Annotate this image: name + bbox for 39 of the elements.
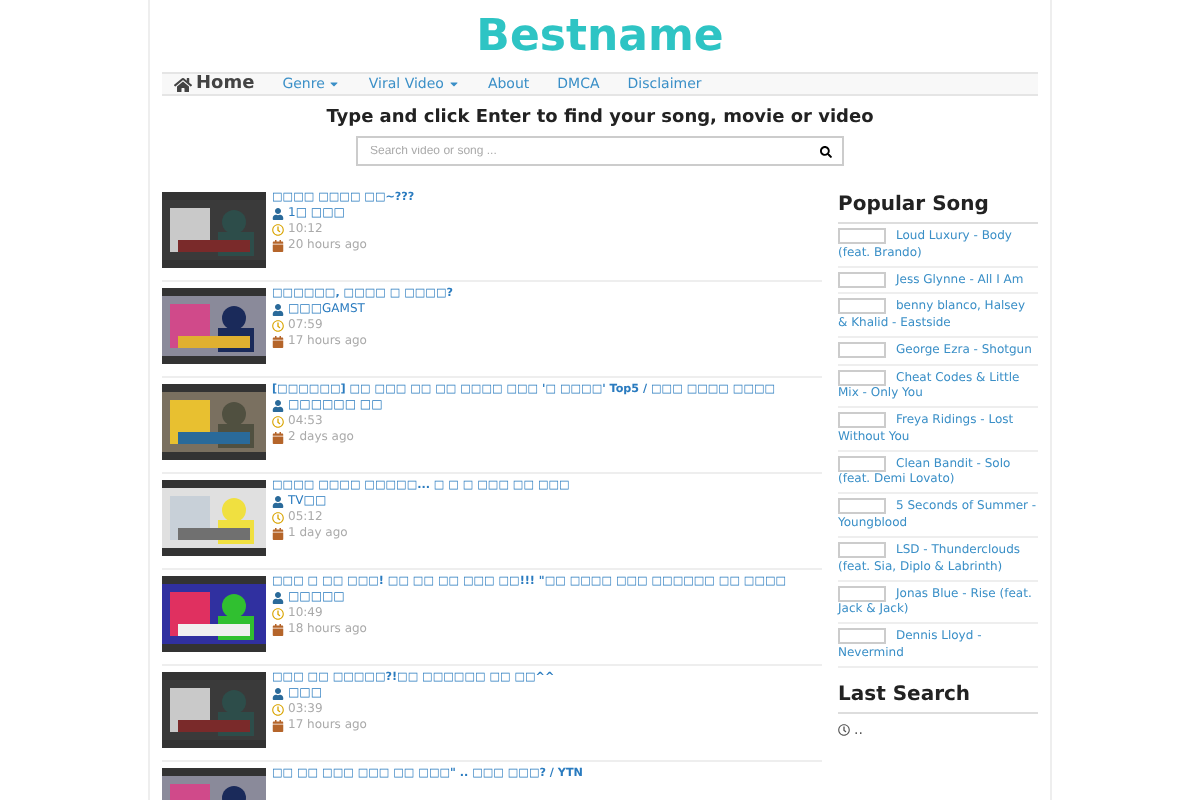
broken-image-icon	[838, 585, 886, 602]
broken-image-icon	[838, 412, 886, 429]
clock-icon	[272, 511, 284, 523]
user-icon	[272, 399, 284, 411]
section-title: Last Search	[838, 668, 1038, 715]
section-title: Popular Song	[838, 186, 1038, 224]
broken-image-icon	[838, 498, 886, 515]
calendar-icon	[272, 527, 284, 539]
broken-image-icon	[838, 542, 886, 559]
calendar-icon	[272, 431, 284, 443]
calendar-icon	[272, 623, 284, 635]
calendar-icon	[272, 719, 284, 731]
caret-icon	[447, 78, 460, 90]
clock-icon	[272, 415, 284, 427]
broken-image-icon	[838, 298, 886, 315]
clock-icon	[272, 319, 284, 331]
calendar-icon	[272, 335, 284, 347]
broken-image-icon	[838, 369, 886, 386]
clock-icon	[838, 724, 850, 737]
site-logo[interactable]: Bestname	[162, 0, 1038, 72]
broken-image-icon	[838, 628, 886, 645]
broken-image-icon	[838, 271, 886, 288]
search-heading: Type and click Enter to find your song, movie or video	[324, 108, 876, 128]
user-icon	[272, 207, 284, 219]
home-icon	[174, 75, 192, 93]
clock-icon	[272, 223, 284, 235]
user-icon	[272, 495, 284, 507]
caret-icon	[328, 78, 341, 90]
clock-icon	[272, 607, 284, 619]
broken-image-icon	[838, 455, 886, 472]
nav-link[interactable]: Home	[174, 74, 255, 94]
clock-icon	[272, 703, 284, 715]
broken-image-icon	[838, 341, 886, 358]
search-icon[interactable]	[820, 145, 832, 157]
calendar-icon	[272, 239, 284, 251]
user-icon	[272, 591, 284, 603]
user-icon	[272, 303, 284, 315]
user-icon	[272, 687, 284, 699]
broken-image-icon	[838, 228, 886, 244]
